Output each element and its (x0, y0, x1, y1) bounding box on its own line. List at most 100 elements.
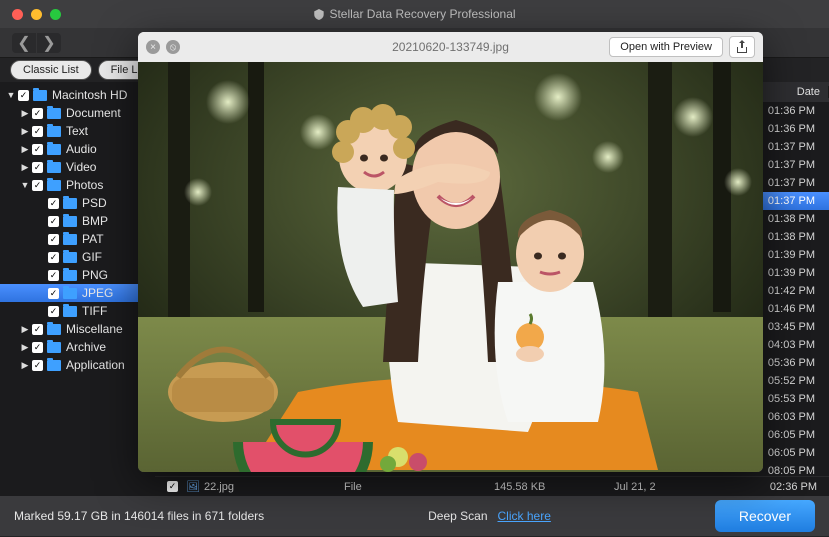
tree-label: PNG (82, 268, 108, 282)
folder-icon (47, 144, 61, 155)
tree-item-pat[interactable]: ▶✓PAT (0, 230, 155, 248)
maximize-icon[interactable] (50, 9, 61, 20)
tree-item-photos[interactable]: ▼✓Photos (0, 176, 155, 194)
folder-icon (47, 126, 61, 137)
disclosure-triangle-icon[interactable]: ▶ (20, 342, 30, 353)
classic-list-tab[interactable]: Classic List (10, 60, 92, 80)
tree-item-psd[interactable]: ▶✓PSD (0, 194, 155, 212)
tree-label: Document (66, 106, 121, 120)
list-time: 01:39 PM (768, 267, 815, 279)
disclosure-triangle-icon[interactable]: ▶ (20, 126, 30, 137)
tree-item-text[interactable]: ▶✓ Text (0, 122, 155, 140)
minimize-icon[interactable] (31, 9, 42, 20)
tree-label: TIFF (82, 304, 107, 318)
folder-icon (33, 90, 47, 101)
list-time: 01:37 PM (768, 141, 815, 153)
tree-item-miscellane[interactable]: ▶✓ Miscellane (0, 320, 155, 338)
disclosure-triangle-icon[interactable]: ▼ (20, 180, 30, 190)
tree-item-jpeg[interactable]: ▶✓JPEG (0, 284, 155, 302)
sidebar-tree[interactable]: ▼ ✓ Macintosh HD ▶✓Document▶✓Text▶✓Audio… (0, 82, 155, 496)
list-time: 03:45 PM (768, 321, 815, 333)
checkbox-icon[interactable]: ✓ (32, 324, 43, 335)
open-with-preview-button[interactable]: Open with Preview (609, 37, 723, 57)
tree-item-audio[interactable]: ▶✓ Audio (0, 140, 155, 158)
list-time: 05:52 PM (768, 375, 815, 387)
window-title-text: Stellar Data Recovery Professional (329, 7, 515, 21)
share-icon (736, 40, 748, 54)
folder-icon (47, 360, 61, 371)
tree-label: Miscellane (66, 322, 123, 336)
checkbox-icon[interactable]: ✓ (48, 198, 59, 209)
back-button[interactable]: ❮ (12, 33, 36, 53)
tree-root[interactable]: ▼ ✓ Macintosh HD (0, 86, 155, 104)
status-footer: Marked 59.17 GB in 146014 files in 671 f… (0, 496, 829, 536)
checkbox-icon[interactable]: ✓ (167, 481, 178, 492)
disclosure-triangle-icon[interactable]: ▶ (20, 144, 30, 155)
file-name: 22.jpg (204, 481, 344, 493)
tree-label: Video (66, 160, 96, 174)
disclosure-triangle-icon[interactable]: ▶ (20, 162, 30, 173)
tree-label: Audio (66, 142, 97, 156)
traffic-lights (0, 9, 61, 20)
list-time: 01:36 PM (768, 123, 815, 135)
checkbox-icon[interactable]: ✓ (32, 108, 43, 119)
tree-label: PAT (82, 232, 104, 246)
recover-button[interactable]: Recover (715, 500, 815, 532)
share-button[interactable] (729, 36, 755, 58)
list-time: 01:38 PM (768, 213, 815, 225)
disclosure-triangle-icon[interactable]: ▶ (20, 108, 30, 119)
checkbox-icon[interactable]: ✓ (48, 234, 59, 245)
stop-icon[interactable]: ⦸ (166, 40, 180, 54)
checkbox-icon[interactable]: ✓ (18, 90, 29, 101)
list-time: 01:37 PM (768, 177, 815, 189)
tree-label: Text (66, 124, 88, 138)
checkbox-icon[interactable]: ✓ (32, 342, 43, 353)
tree-item-application[interactable]: ▶✓ Application (0, 356, 155, 374)
checkbox-icon[interactable]: ✓ (48, 270, 59, 281)
tree-item-bmp[interactable]: ▶✓BMP (0, 212, 155, 230)
checkbox-icon[interactable]: ✓ (32, 360, 43, 371)
checkbox-icon[interactable]: ✓ (32, 180, 43, 191)
tree-item-archive[interactable]: ▶✓Archive (0, 338, 155, 356)
preview-image (138, 62, 763, 472)
checkbox-icon[interactable]: ✓ (32, 126, 43, 137)
folder-icon (63, 288, 77, 299)
titlebar: Stellar Data Recovery Professional (0, 0, 829, 28)
disclosure-triangle-icon[interactable]: ▶ (20, 360, 30, 371)
list-time: 06:05 PM (768, 447, 815, 459)
file-size: 145.58 KB (494, 481, 614, 493)
tree-label: GIF (82, 250, 102, 264)
folder-icon (63, 270, 77, 281)
tree-item-document[interactable]: ▶✓ Document (0, 104, 155, 122)
window-title: Stellar Data Recovery Professional (313, 7, 515, 21)
tree-label: JPEG (82, 286, 113, 300)
deep-scan-link[interactable]: Click here (498, 509, 551, 523)
checkbox-icon[interactable]: ✓ (48, 288, 59, 299)
checkbox-icon[interactable]: ✓ (48, 252, 59, 263)
tree-item-gif[interactable]: ▶✓GIF (0, 248, 155, 266)
file-row[interactable]: ✓ 🖼 22.jpg File 145.58 KB Jul 21, 2 02:3… (155, 476, 829, 496)
folder-icon (47, 162, 61, 173)
tree-item-tiff[interactable]: ▶✓TIFF (0, 302, 155, 320)
checkbox-icon[interactable]: ✓ (32, 144, 43, 155)
folder-icon (47, 180, 61, 191)
status-text: Marked 59.17 GB in 146014 files in 671 f… (14, 509, 264, 523)
tree-label: Application (66, 358, 125, 372)
close-icon[interactable] (12, 9, 23, 20)
app-logo-icon (313, 9, 323, 20)
disclosure-triangle-icon[interactable]: ▶ (20, 324, 30, 335)
forward-button[interactable]: ❯ (37, 33, 61, 53)
checkbox-icon[interactable]: ✓ (48, 306, 59, 317)
folder-icon (63, 306, 77, 317)
checkbox-icon[interactable]: ✓ (32, 162, 43, 173)
close-preview-icon[interactable]: × (146, 40, 160, 54)
list-time: 05:36 PM (768, 357, 815, 369)
disclosure-triangle-icon[interactable]: ▼ (6, 90, 16, 100)
tree-label: PSD (82, 196, 107, 210)
checkbox-icon[interactable]: ✓ (48, 216, 59, 227)
tree-item-png[interactable]: ▶✓PNG (0, 266, 155, 284)
tree-item-video[interactable]: ▶✓ Video (0, 158, 155, 176)
folder-icon (63, 252, 77, 263)
list-time: 01:39 PM (768, 249, 815, 261)
list-time: 06:05 PM (768, 429, 815, 441)
